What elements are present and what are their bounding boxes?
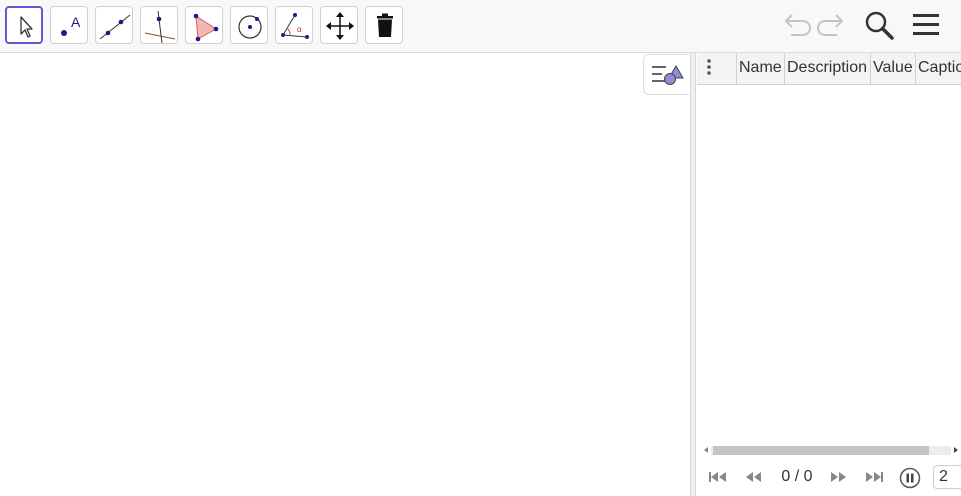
menu-icon: [913, 14, 939, 35]
move-graphics-view-tool-button[interactable]: [320, 6, 358, 44]
perpendicular-line-tool-button[interactable]: [140, 6, 178, 44]
move-arrows-icon: [326, 12, 354, 40]
next-step-icon[interactable]: [828, 470, 848, 484]
pause-icon[interactable]: [899, 467, 921, 489]
search-button[interactable]: [862, 8, 896, 42]
perpendicular-line-icon: [144, 10, 176, 44]
redo-button[interactable]: [815, 8, 849, 42]
algebra-view: Name Description Value Caption 0 / 0: [697, 53, 961, 496]
polygon-icon: [193, 13, 219, 42]
scroll-left-icon[interactable]: [701, 443, 711, 457]
scroll-right-icon[interactable]: [951, 443, 961, 457]
playback-speed-field[interactable]: 2: [933, 465, 961, 489]
trash-icon: [377, 13, 393, 37]
angle-tool-letter: α: [297, 25, 302, 34]
point-tool-button[interactable]: A: [50, 6, 88, 44]
undo-button[interactable]: [779, 8, 813, 42]
angle-icon: α: [281, 13, 309, 39]
column-header-description[interactable]: Description: [785, 53, 871, 84]
horizontal-scrollbar[interactable]: [701, 443, 961, 457]
circle-tool-button[interactable]: [230, 6, 268, 44]
style-bar-toggle[interactable]: [643, 54, 689, 95]
graphics-view[interactable]: [0, 53, 690, 496]
last-step-icon[interactable]: [864, 470, 884, 484]
line-tool-button[interactable]: [95, 6, 133, 44]
toolbar: A α: [0, 0, 961, 53]
first-step-icon[interactable]: [708, 470, 728, 484]
line-icon: [99, 14, 131, 40]
column-header-value[interactable]: Value: [871, 53, 916, 84]
style-bar-icon: [652, 65, 684, 85]
undo-icon: [784, 14, 811, 36]
point-icon: A: [61, 14, 81, 36]
table-header: Name Description Value Caption: [697, 53, 961, 85]
column-menu-button[interactable]: [697, 53, 737, 84]
circle-icon: [238, 15, 262, 39]
search-icon: [865, 11, 894, 40]
polygon-tool-button[interactable]: [185, 6, 223, 44]
scroll-thumb[interactable]: [713, 446, 929, 455]
column-header-name[interactable]: Name: [737, 53, 785, 84]
angle-tool-button[interactable]: α: [275, 6, 313, 44]
redo-icon: [817, 14, 844, 36]
main-menu-button[interactable]: [910, 8, 944, 42]
point-tool-letter: A: [71, 14, 81, 30]
previous-step-icon[interactable]: [744, 470, 764, 484]
column-header-caption[interactable]: Caption: [916, 53, 961, 84]
view-splitter[interactable]: [690, 53, 696, 496]
step-counter: 0 / 0: [781, 468, 813, 485]
more-vertical-icon: [707, 59, 711, 75]
cursor-arrow-icon: [20, 16, 33, 38]
move-tool-button[interactable]: [5, 6, 43, 44]
delete-tool-button[interactable]: [365, 6, 403, 44]
construction-playbar: 0 / 0 2: [697, 462, 961, 496]
